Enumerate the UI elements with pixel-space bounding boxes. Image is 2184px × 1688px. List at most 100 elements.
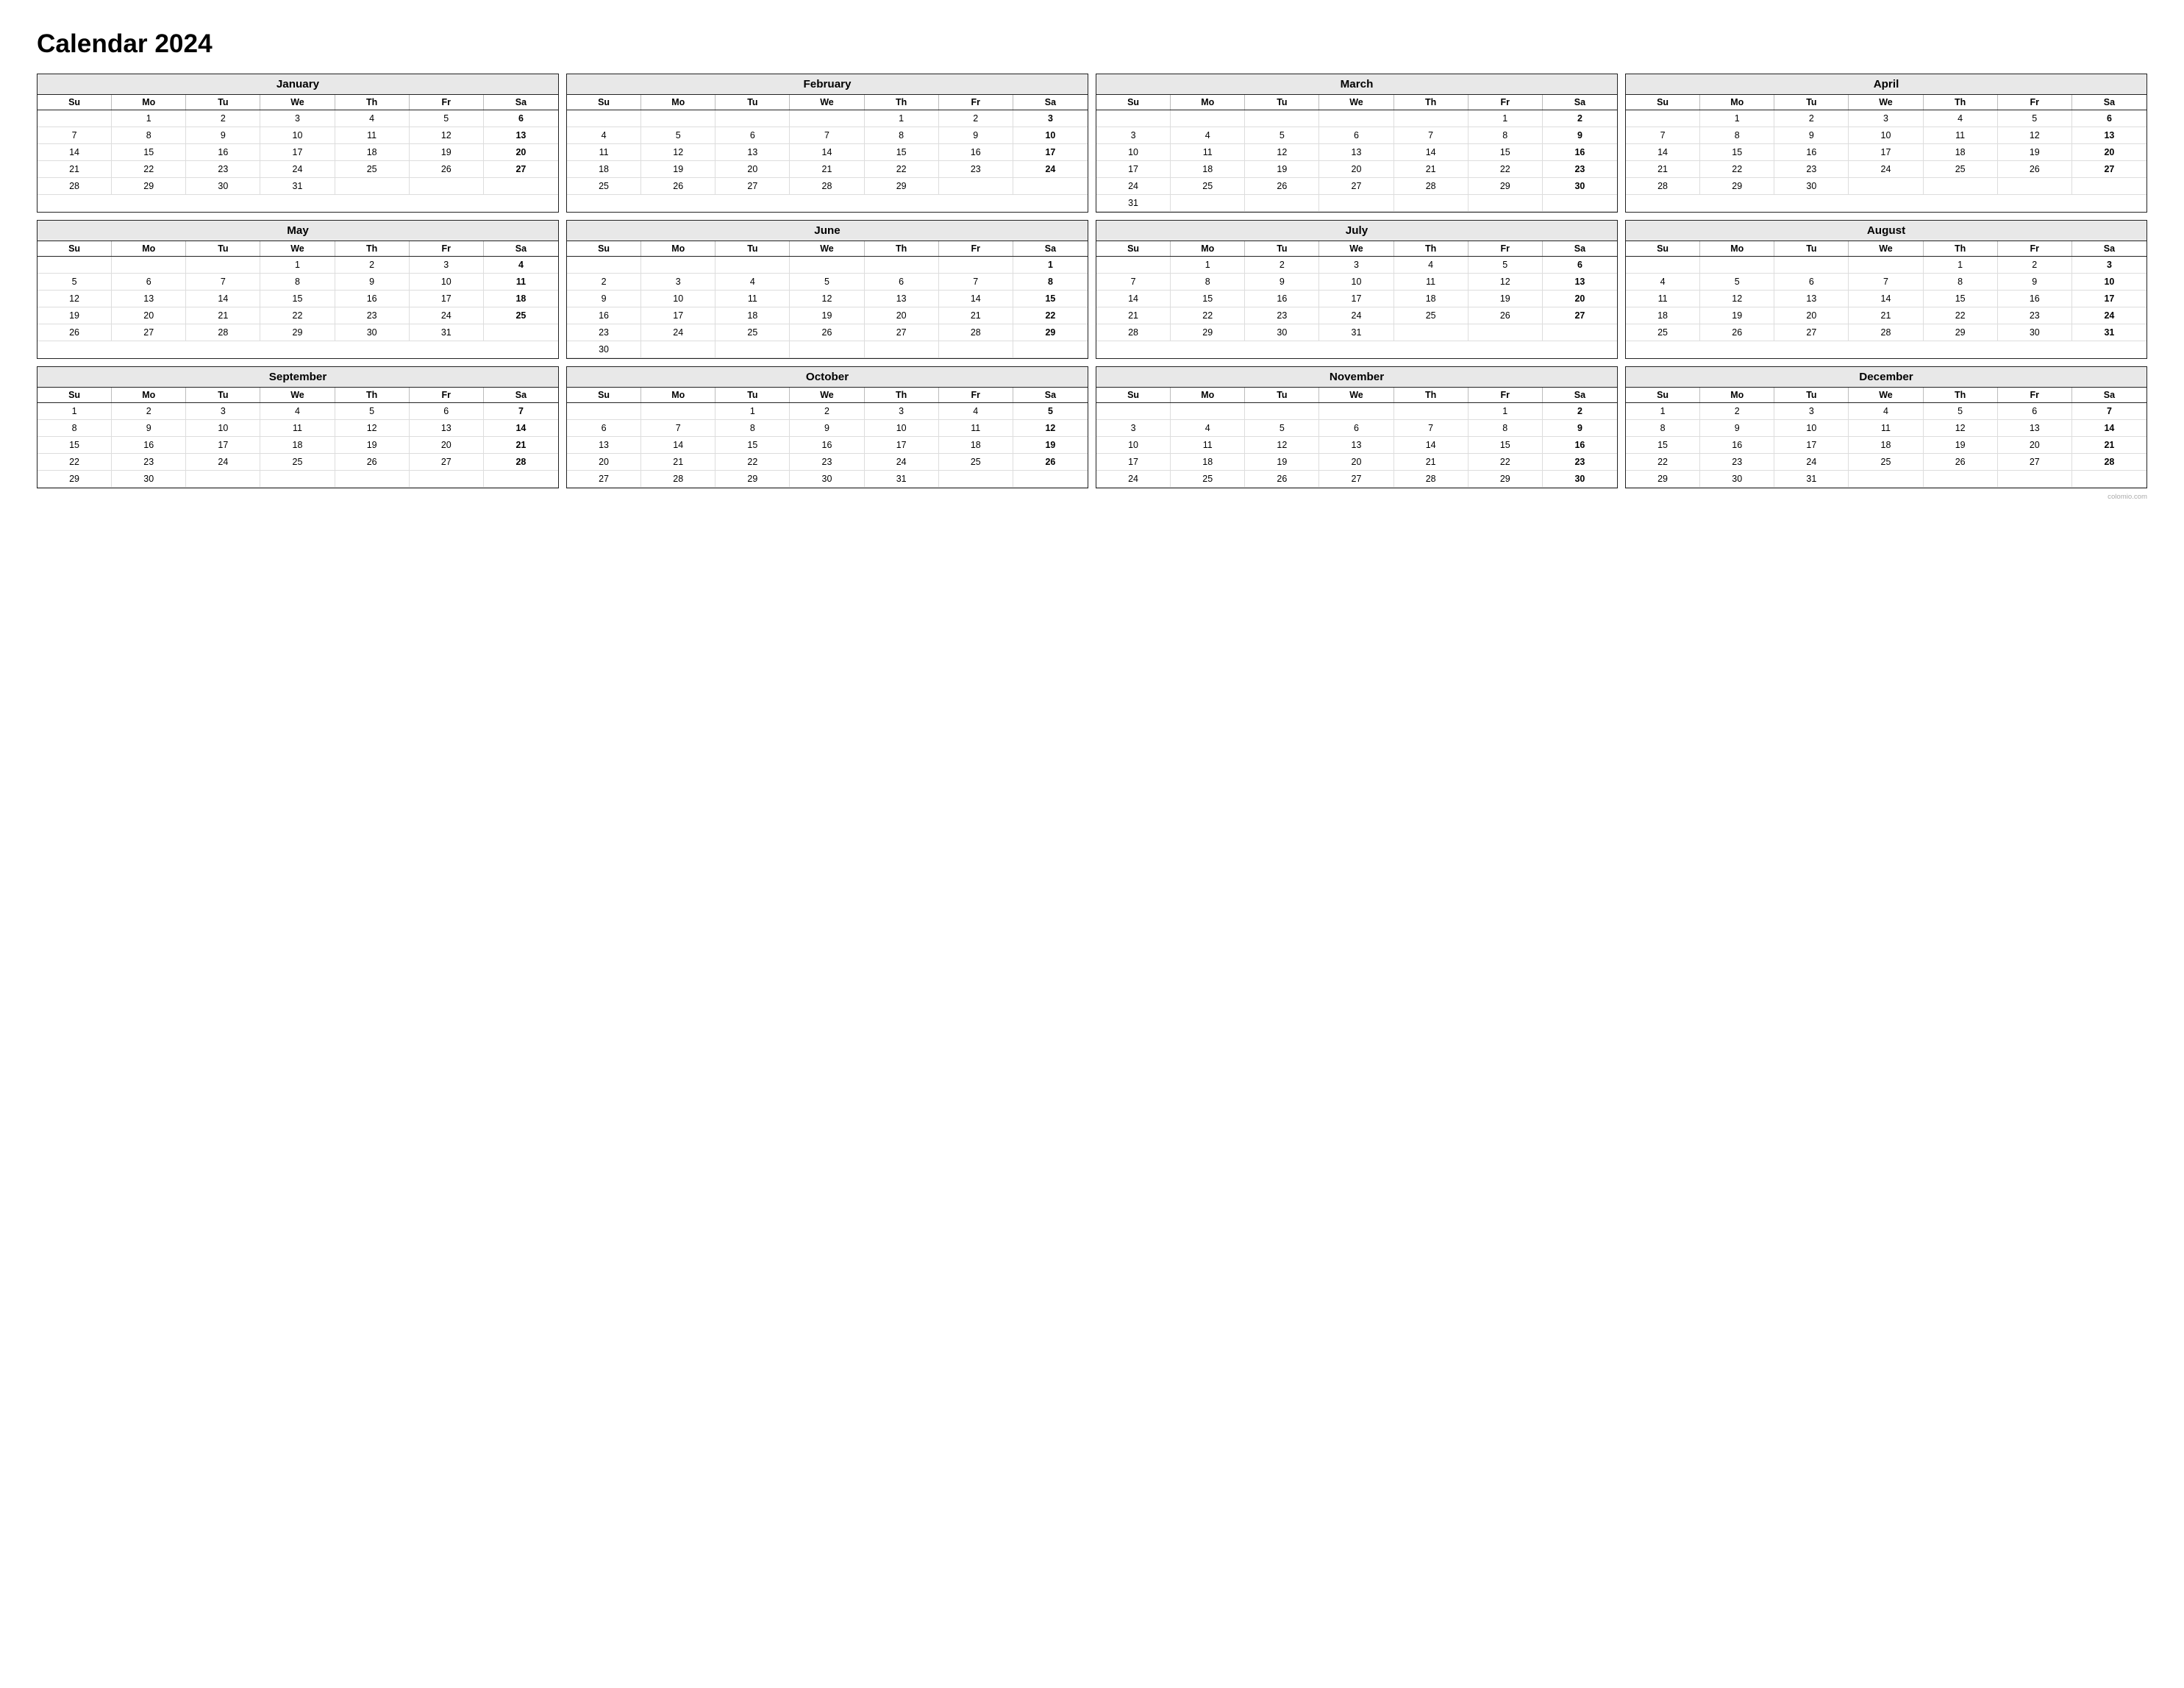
day-header-tu: Tu — [715, 241, 790, 256]
day-cell: 9 — [186, 127, 260, 144]
day-cell: 29 — [865, 178, 939, 195]
day-header-we: We — [1319, 95, 1393, 110]
day-cell: 12 — [335, 420, 410, 437]
day-header-we: We — [790, 241, 864, 256]
day-cell: 10 — [641, 291, 715, 307]
day-cell: 5 — [38, 274, 112, 291]
day-cell: 7 — [939, 274, 1013, 291]
day-cell: 28 — [2072, 454, 2146, 471]
day-cell: 7 — [1849, 274, 1923, 291]
day-cell: 7 — [186, 274, 260, 291]
day-cell: 18 — [1924, 144, 1998, 161]
day-header-we: We — [1319, 388, 1393, 402]
day-cell — [790, 110, 864, 127]
day-cell: 21 — [939, 307, 1013, 324]
day-cell: 30 — [186, 178, 260, 195]
day-cell: 11 — [1626, 291, 1700, 307]
day-cell: 25 — [567, 178, 641, 195]
day-cell: 19 — [1469, 291, 1543, 307]
month-march: MarchSuMoTuWeThFrSa123456789101112131415… — [1096, 74, 1618, 213]
day-header-tu: Tu — [1774, 95, 1849, 110]
day-header-tu: Tu — [1245, 95, 1319, 110]
day-cell: 31 — [1774, 471, 1849, 488]
day-cell — [1394, 195, 1469, 212]
day-header-mo: Mo — [112, 241, 186, 256]
day-cell: 31 — [260, 178, 335, 195]
day-header-su: Su — [567, 241, 641, 256]
day-header-we: We — [260, 388, 335, 402]
day-header-tu: Tu — [1245, 241, 1319, 256]
day-cell: 8 — [1469, 420, 1543, 437]
day-cell: 25 — [260, 454, 335, 471]
day-cell — [939, 471, 1013, 488]
day-cell — [1543, 195, 1617, 212]
day-cell: 11 — [715, 291, 790, 307]
day-cell: 26 — [1700, 324, 1774, 341]
day-cell: 23 — [112, 454, 186, 471]
day-cell: 5 — [1998, 110, 2072, 127]
day-cell — [112, 257, 186, 274]
day-cell: 10 — [186, 420, 260, 437]
month-august: AugustSuMoTuWeThFrSa12345678910111213141… — [1625, 220, 2147, 359]
day-cell: 4 — [1171, 127, 1245, 144]
day-cell: 1 — [112, 110, 186, 127]
day-cell: 16 — [112, 437, 186, 454]
day-cell: 23 — [1245, 307, 1319, 324]
day-header-th: Th — [1924, 388, 1998, 402]
day-cell: 24 — [410, 307, 484, 324]
day-cell: 18 — [1849, 437, 1923, 454]
day-cell: 25 — [1626, 324, 1700, 341]
day-header-th: Th — [865, 388, 939, 402]
day-cell: 23 — [1543, 454, 1617, 471]
day-cell: 20 — [567, 454, 641, 471]
day-cell: 19 — [790, 307, 864, 324]
month-title-october: October — [567, 367, 1088, 388]
day-cell: 29 — [1626, 471, 1700, 488]
day-cell: 28 — [1394, 178, 1469, 195]
day-cell: 13 — [410, 420, 484, 437]
day-cell — [410, 178, 484, 195]
day-header-mo: Mo — [112, 388, 186, 402]
day-cell — [186, 257, 260, 274]
day-cell: 16 — [790, 437, 864, 454]
day-cell — [1849, 471, 1923, 488]
day-cell: 23 — [939, 161, 1013, 178]
day-cell: 18 — [567, 161, 641, 178]
day-cell — [1394, 324, 1469, 341]
day-header-th: Th — [865, 95, 939, 110]
day-cell: 28 — [1394, 471, 1469, 488]
day-cell: 15 — [1700, 144, 1774, 161]
day-cell — [1013, 471, 1088, 488]
day-cell: 21 — [1394, 454, 1469, 471]
day-cell: 19 — [1245, 161, 1319, 178]
month-title-december: December — [1626, 367, 2146, 388]
day-cell: 16 — [186, 144, 260, 161]
day-cell: 19 — [335, 437, 410, 454]
day-cell: 10 — [2072, 274, 2146, 291]
day-cell: 6 — [865, 274, 939, 291]
day-cell: 31 — [410, 324, 484, 341]
day-cell: 3 — [1849, 110, 1923, 127]
day-cell — [1998, 178, 2072, 195]
day-cell: 22 — [1171, 307, 1245, 324]
day-header-su: Su — [38, 388, 112, 402]
day-cell: 19 — [410, 144, 484, 161]
day-cell: 13 — [1774, 291, 1849, 307]
day-cell — [567, 110, 641, 127]
month-february: FebruarySuMoTuWeThFrSa123456789101112131… — [566, 74, 1088, 213]
day-cell: 11 — [1849, 420, 1923, 437]
day-cell: 8 — [1171, 274, 1245, 291]
day-cell: 11 — [260, 420, 335, 437]
day-cell: 14 — [484, 420, 558, 437]
day-cell: 3 — [1096, 420, 1171, 437]
day-cell: 2 — [1700, 403, 1774, 420]
day-cell: 7 — [790, 127, 864, 144]
day-cell: 15 — [1171, 291, 1245, 307]
day-header-th: Th — [1394, 95, 1469, 110]
day-header-mo: Mo — [641, 95, 715, 110]
day-cell: 1 — [1700, 110, 1774, 127]
day-cell: 14 — [790, 144, 864, 161]
month-may: MaySuMoTuWeThFrSa12345678910111213141516… — [37, 220, 559, 359]
day-cell: 20 — [1319, 161, 1393, 178]
day-cell: 28 — [1849, 324, 1923, 341]
